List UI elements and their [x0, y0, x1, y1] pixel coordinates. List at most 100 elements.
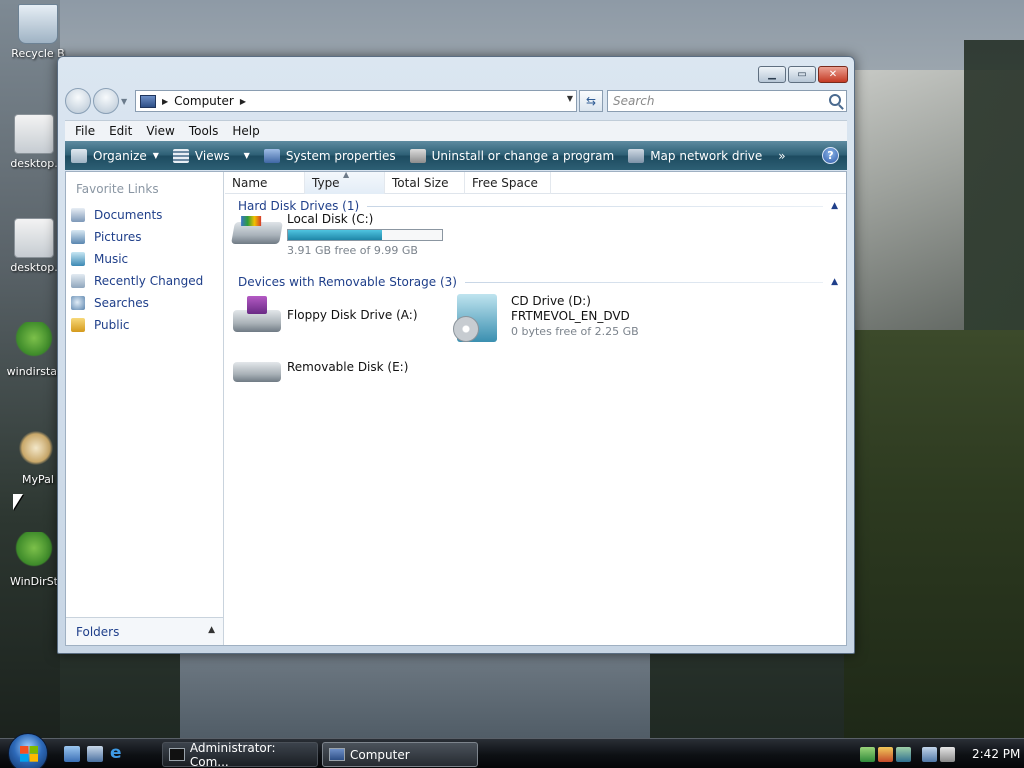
uninstall-label: Uninstall or change a program — [431, 148, 615, 163]
system-properties-icon — [263, 148, 280, 163]
desktop-icon-label: Recycle B — [11, 47, 65, 60]
start-button[interactable] — [8, 733, 48, 768]
menu-tools[interactable]: Tools — [182, 124, 226, 138]
security-shield-icon[interactable] — [878, 746, 893, 762]
search-placeholder: Search — [613, 94, 655, 108]
clock[interactable]: 2:42 PM — [972, 747, 1020, 761]
menu-file[interactable]: File — [68, 124, 102, 138]
public-folder-icon — [71, 318, 85, 332]
drive-free-space: 3.91 GB free of 9.99 GB — [287, 244, 418, 257]
column-header-name[interactable]: Name — [225, 172, 305, 194]
forward-button[interactable] — [93, 88, 119, 114]
uninstall-icon — [409, 148, 426, 163]
searches-icon — [71, 296, 85, 310]
column-header-type[interactable]: Type ▲ — [305, 170, 385, 194]
drive-floppy-a[interactable]: Floppy Disk Drive (A:) — [233, 296, 418, 332]
group-divider — [464, 281, 824, 283]
taskbar-button-computer[interactable]: Computer — [322, 742, 478, 767]
minimize-button[interactable]: ▁ — [758, 66, 786, 83]
favorite-link-recently-changed[interactable]: Recently Changed — [71, 270, 203, 292]
favorite-link-documents[interactable]: Documents — [71, 204, 203, 226]
command-prompt-icon — [169, 748, 185, 761]
favorite-links-list: Documents Pictures Music Recently Change… — [71, 204, 203, 336]
drive-local-disk-c[interactable]: Local Disk (C:) 3.91 GB free of 9.99 GB — [231, 212, 443, 258]
desktop-wallpaper-trees — [964, 40, 1024, 360]
taskbar-button-command-prompt[interactable]: Administrator: Com... — [162, 740, 318, 768]
drive-free-space: 0 bytes free of 2.25 GB — [511, 325, 639, 338]
taskbar-button-label: Administrator: Com... — [189, 740, 276, 768]
drive-cd-d[interactable]: CD Drive (D:) FRTMEVOL_EN_DVD 0 bytes fr… — [453, 294, 639, 342]
disk-usage-fill — [288, 230, 382, 240]
back-button[interactable] — [65, 88, 91, 114]
command-bar: Organize ▼ Views ▼ System properties Uni… — [65, 141, 847, 170]
internet-explorer-icon[interactable]: e — [110, 743, 126, 763]
folders-label: Folders — [76, 624, 120, 639]
organize-button[interactable]: Organize ▼ — [71, 148, 159, 163]
favorite-link-public[interactable]: Public — [71, 314, 203, 336]
chevron-down-icon: ▼ — [152, 151, 159, 160]
breadcrumb-arrow-icon[interactable]: ▶ — [240, 97, 246, 106]
switch-windows-icon[interactable] — [87, 746, 103, 762]
desktop-icon-recycle-bin[interactable]: Recycle B — [0, 4, 76, 60]
favorite-link-searches[interactable]: Searches — [71, 292, 203, 314]
favorite-links-title: Favorite Links — [76, 182, 159, 196]
tray-app-icon[interactable] — [896, 746, 911, 762]
uninstall-program-button[interactable]: Uninstall or change a program — [409, 148, 615, 163]
documents-icon — [71, 208, 85, 222]
favorite-link-label: Recently Changed — [94, 274, 204, 288]
computer-icon — [140, 94, 156, 108]
collapse-group-icon[interactable]: ▲ — [831, 277, 838, 287]
volume-muted-icon[interactable] — [940, 746, 955, 762]
map-network-label: Map network drive — [650, 148, 763, 163]
column-header-total-size[interactable]: Total Size — [385, 172, 465, 194]
network-icon[interactable] — [922, 746, 937, 762]
address-bar[interactable]: ▶ Computer ▶ ▼ — [135, 90, 577, 112]
toolbar-overflow-button[interactable]: » — [778, 149, 785, 163]
drive-name: CD Drive (D:) — [511, 294, 591, 308]
computer-icon — [329, 748, 345, 761]
drive-name: Floppy Disk Drive (A:) — [287, 308, 418, 322]
map-network-drive-button[interactable]: Map network drive — [628, 148, 763, 163]
folders-toggle[interactable]: Folders ▲ — [66, 617, 223, 645]
column-header-type-label: Type — [312, 176, 340, 190]
windirstat-shortcut-icon — [14, 532, 54, 572]
column-headers: Name Type ▲ Total Size Free Space — [225, 170, 846, 194]
close-button[interactable]: ✕ — [818, 66, 848, 83]
menu-help[interactable]: Help — [225, 124, 266, 138]
favorite-link-label: Music — [94, 252, 129, 266]
search-input[interactable]: Search — [607, 90, 847, 112]
file-list-pane: Name Type ▲ Total Size Free Space Hard D… — [225, 170, 846, 645]
favorite-link-pictures[interactable]: Pictures — [71, 226, 203, 248]
maximize-button[interactable]: ▭ — [788, 66, 816, 83]
taskbar: e Administrator: Com... Computer 2:42 PM — [0, 733, 1024, 768]
menu-view[interactable]: View — [139, 124, 181, 138]
desktop-wallpaper-lake — [180, 650, 650, 740]
help-icon[interactable]: ? — [822, 147, 839, 164]
collapse-group-icon[interactable]: ▲ — [831, 201, 838, 211]
hard-disk-icon — [231, 222, 283, 244]
floppy-drive-icon — [233, 296, 281, 332]
column-header-free-space[interactable]: Free Space — [465, 172, 551, 194]
breadcrumb-arrow-icon[interactable]: ▶ — [162, 97, 168, 106]
explorer-window: ▁ ▭ ✕ ▼ ▶ Computer ▶ ▼ ⇆ Search File Edi… — [57, 56, 855, 654]
mouse-pointer — [13, 494, 23, 510]
menu-edit[interactable]: Edit — [102, 124, 139, 138]
views-label: Views — [194, 148, 230, 163]
favorite-link-music[interactable]: Music — [71, 248, 203, 270]
windirstat-tree-icon — [14, 322, 54, 362]
address-dropdown-icon[interactable]: ▼ — [567, 94, 573, 103]
views-icon — [172, 148, 189, 163]
system-properties-button[interactable]: System properties — [263, 148, 396, 163]
disk-usage-bar — [287, 229, 443, 241]
search-icon[interactable] — [829, 94, 841, 106]
refresh-button[interactable]: ⇆ — [579, 90, 603, 112]
show-desktop-icon[interactable] — [64, 746, 80, 762]
tray-app-icon[interactable] — [860, 746, 875, 762]
removable-disk-icon — [233, 362, 281, 382]
drive-removable-e[interactable]: Removable Disk (E:) — [233, 350, 408, 382]
views-button[interactable]: Views ▼ — [172, 148, 250, 163]
favorite-link-label: Searches — [94, 296, 149, 310]
breadcrumb-computer[interactable]: Computer — [174, 94, 234, 108]
recent-pages-dropdown[interactable]: ▼ — [121, 97, 131, 106]
group-header-removable-storage[interactable]: Devices with Removable Storage (3) ▲ — [238, 273, 838, 291]
